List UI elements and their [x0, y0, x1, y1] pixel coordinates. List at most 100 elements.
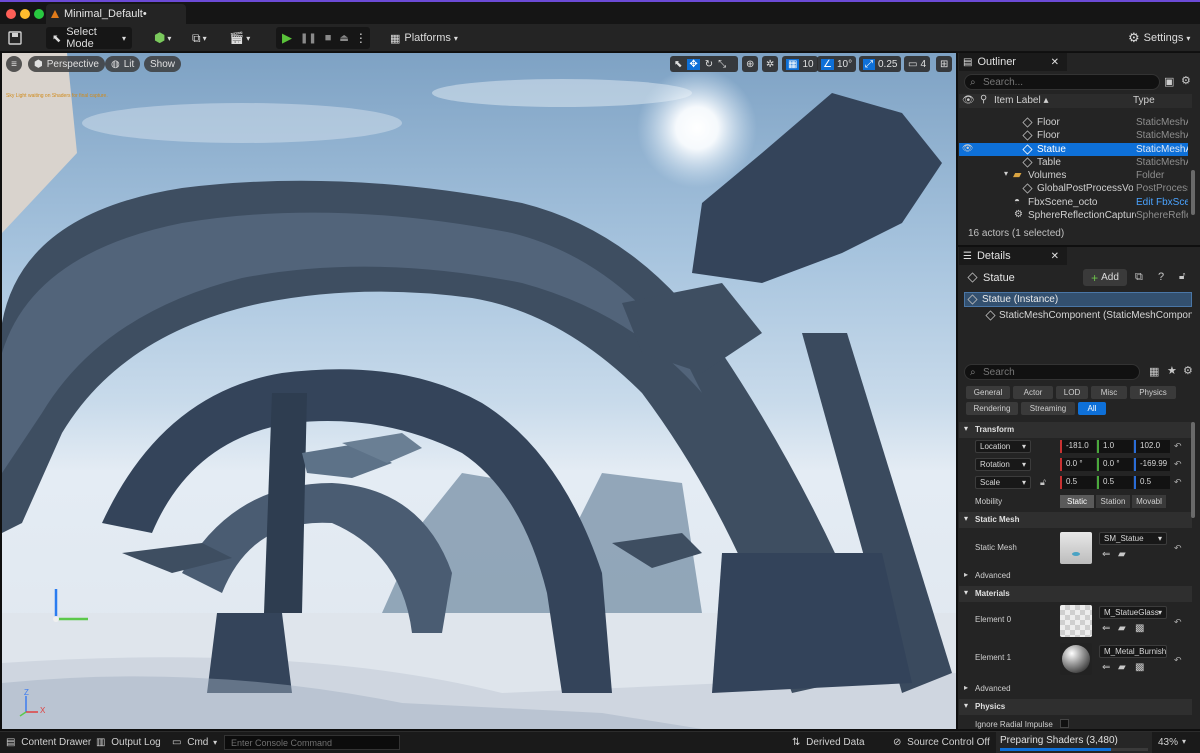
derived-data-button[interactable]: ⇅ Derived Data: [792, 737, 865, 748]
category-actor-button[interactable]: Actor: [1013, 386, 1053, 399]
chevron-down-icon[interactable]: ▾: [1182, 737, 1186, 746]
scale-dropdown[interactable]: Scale ▾: [975, 476, 1031, 489]
element-0-dropdown[interactable]: M_StatueGlass ▾: [1099, 606, 1167, 619]
browse-asset-icon[interactable]: ▰: [1118, 662, 1126, 673]
materials-advanced-row[interactable]: ▸ Advanced: [959, 683, 1192, 696]
static-mesh-dropdown[interactable]: SM_Statue ▾: [1099, 532, 1167, 545]
transform-gizmo[interactable]: [48, 583, 98, 623]
scale-x-field[interactable]: 0.5: [1060, 476, 1096, 489]
save-button[interactable]: [8, 27, 22, 49]
lock-icon[interactable]: 🔓︎: [1179, 271, 1185, 282]
scale-icon[interactable]: ⤡: [718, 59, 726, 70]
help-icon[interactable]: ?: [1158, 271, 1164, 283]
category-general-button[interactable]: General: [966, 386, 1010, 399]
rotation-z-field[interactable]: -169.99: [1134, 458, 1170, 471]
type-column-header[interactable]: Type: [1133, 95, 1155, 106]
element-0-thumbnail[interactable]: [1060, 605, 1092, 637]
close-icon[interactable]: ✕: [1051, 251, 1059, 262]
outliner-tab[interactable]: ▤ Outliner ✕: [959, 53, 1067, 71]
rotate-icon[interactable]: ↻: [705, 59, 713, 70]
outliner-scrollbar[interactable]: [1191, 170, 1195, 215]
rotation-x-field[interactable]: 0.0 °: [1060, 458, 1096, 471]
outliner-settings-icon[interactable]: ⚙: [1181, 74, 1191, 87]
outliner-row-floor-2[interactable]: Floor StaticMeshA: [959, 129, 1188, 142]
outliner-row-sphere-reflection[interactable]: ⚙ SphereReflectionCapture SphereReflec: [959, 209, 1188, 222]
scale-lock-icon[interactable]: 🔓︎: [1040, 477, 1046, 488]
details-tab[interactable]: ☰ Details ✕: [959, 247, 1067, 265]
select-mode-dropdown[interactable]: ⬉ Select Mode ▾: [46, 26, 132, 50]
blueprint-convert-icon[interactable]: ⧉: [1135, 271, 1143, 284]
favorites-star-icon[interactable]: ★: [1167, 364, 1177, 377]
scale-snap-button[interactable]: ⤢ 0.25: [859, 56, 902, 72]
viewport-menu-button[interactable]: ≡: [6, 56, 22, 72]
item-label-column-header[interactable]: Item Label ▴: [994, 95, 1049, 106]
mobility-movable-button[interactable]: Movabl: [1132, 495, 1166, 508]
location-x-field[interactable]: -181.0: [1060, 440, 1096, 453]
rotation-snap-button[interactable]: ∠ 10°: [817, 56, 857, 72]
play-icon[interactable]: ▶: [282, 30, 292, 46]
physics-section-header[interactable]: ▾ Physics: [959, 699, 1192, 715]
static-mesh-thumbnail[interactable]: [1060, 532, 1092, 564]
platforms-dropdown[interactable]: ▦ Platforms ▾: [390, 27, 458, 49]
show-button[interactable]: Show: [144, 56, 182, 72]
output-log-button[interactable]: ▥ Output Log: [96, 737, 161, 748]
details-search-input[interactable]: ⌕ Search: [964, 364, 1140, 380]
add-content-button[interactable]: ⬢ ▾: [154, 27, 171, 49]
outliner-search-input[interactable]: ⌕ Search...: [964, 74, 1160, 90]
pause-icon[interactable]: ❚❚: [300, 33, 317, 44]
world-space-button[interactable]: ⊕: [742, 56, 759, 72]
element-1-dropdown[interactable]: M_Metal_Burnished_: [1099, 645, 1167, 658]
browse-asset-icon[interactable]: ▰: [1118, 549, 1126, 560]
checker-icon[interactable]: ▩: [1135, 662, 1144, 673]
details-scrollbar[interactable]: [1191, 422, 1195, 518]
close-icon[interactable]: ✕: [1051, 57, 1059, 68]
category-lod-button[interactable]: LOD: [1056, 386, 1088, 399]
content-drawer-button[interactable]: ▤ Content Drawer: [6, 737, 91, 748]
surface-snap-button[interactable]: ✲: [762, 56, 779, 72]
table-view-icon[interactable]: ▦: [1149, 365, 1159, 378]
static-mesh-advanced-row[interactable]: ▸ Advanced: [959, 570, 1192, 583]
cmd-dropdown[interactable]: ▭ Cmd ▾: [172, 737, 217, 748]
add-component-button[interactable]: + Add: [1083, 269, 1127, 286]
mobility-static-button[interactable]: Static: [1060, 495, 1094, 508]
translate-icon[interactable]: ✥: [687, 58, 700, 70]
use-selected-icon[interactable]: ⇐: [1102, 662, 1110, 673]
lit-button[interactable]: ◍ Lit: [105, 56, 141, 72]
materials-section-header[interactable]: ▾ Materials: [959, 586, 1192, 602]
perspective-button[interactable]: ⬢ Perspective: [28, 56, 105, 72]
select-icon[interactable]: ⬉: [674, 59, 682, 70]
reset-rotation-icon[interactable]: ↶: [1174, 459, 1182, 470]
category-physics-button[interactable]: Physics: [1130, 386, 1176, 399]
outliner-row-table[interactable]: Table StaticMeshA: [959, 156, 1188, 169]
outliner-row-volumes[interactable]: ▾ ▰ Volumes Folder: [959, 169, 1188, 182]
component-instance-row[interactable]: Statue (Instance): [964, 292, 1192, 307]
outliner-row-post-process[interactable]: GlobalPostProcessVolu PostProcess: [959, 182, 1188, 195]
element-1-thumbnail[interactable]: [1060, 643, 1092, 675]
minimize-window-button[interactable]: [20, 9, 30, 19]
reset-scale-icon[interactable]: ↶: [1174, 477, 1182, 488]
checker-icon[interactable]: ▩: [1135, 623, 1144, 634]
component-row[interactable]: StaticMeshComponent (StaticMeshComponent…: [964, 309, 1192, 323]
maximize-viewport-button[interactable]: ⊞: [936, 56, 953, 72]
shader-progress[interactable]: Preparing Shaders (3,480): [996, 732, 1152, 753]
category-all-button[interactable]: All: [1078, 402, 1106, 415]
static-mesh-section-header[interactable]: ▾ Static Mesh: [959, 512, 1192, 528]
rotation-y-field[interactable]: 0.0 °: [1097, 458, 1133, 471]
category-streaming-button[interactable]: Streaming: [1021, 402, 1075, 415]
outliner-row-fbx-scene[interactable]: ◓ FbxScene_octo Edit FbxScen: [959, 196, 1188, 209]
location-dropdown[interactable]: Location ▾: [975, 440, 1031, 453]
ignore-radial-impulse-checkbox[interactable]: [1060, 719, 1069, 728]
edit-fbx-scene-link[interactable]: Edit FbxScen: [1136, 197, 1188, 208]
source-control-button[interactable]: ⊘ Source Control Off: [893, 737, 990, 748]
scale-y-field[interactable]: 0.5: [1097, 476, 1133, 489]
eject-icon[interactable]: ⏏: [339, 33, 348, 44]
category-misc-button[interactable]: Misc: [1091, 386, 1127, 399]
expand-arrow-icon[interactable]: ▾: [1004, 169, 1008, 178]
console-command-input[interactable]: Enter Console Command: [224, 735, 400, 750]
location-y-field[interactable]: 1.0: [1097, 440, 1133, 453]
more-options-icon[interactable]: ⋮: [355, 31, 367, 45]
cinematics-button[interactable]: 🎬︎ ▾: [229, 27, 250, 49]
transform-section-header[interactable]: ▾ Transform: [959, 422, 1192, 438]
location-z-field[interactable]: 102.0: [1134, 440, 1170, 453]
outliner-row-floor-1[interactable]: Floor StaticMeshA: [959, 116, 1188, 129]
